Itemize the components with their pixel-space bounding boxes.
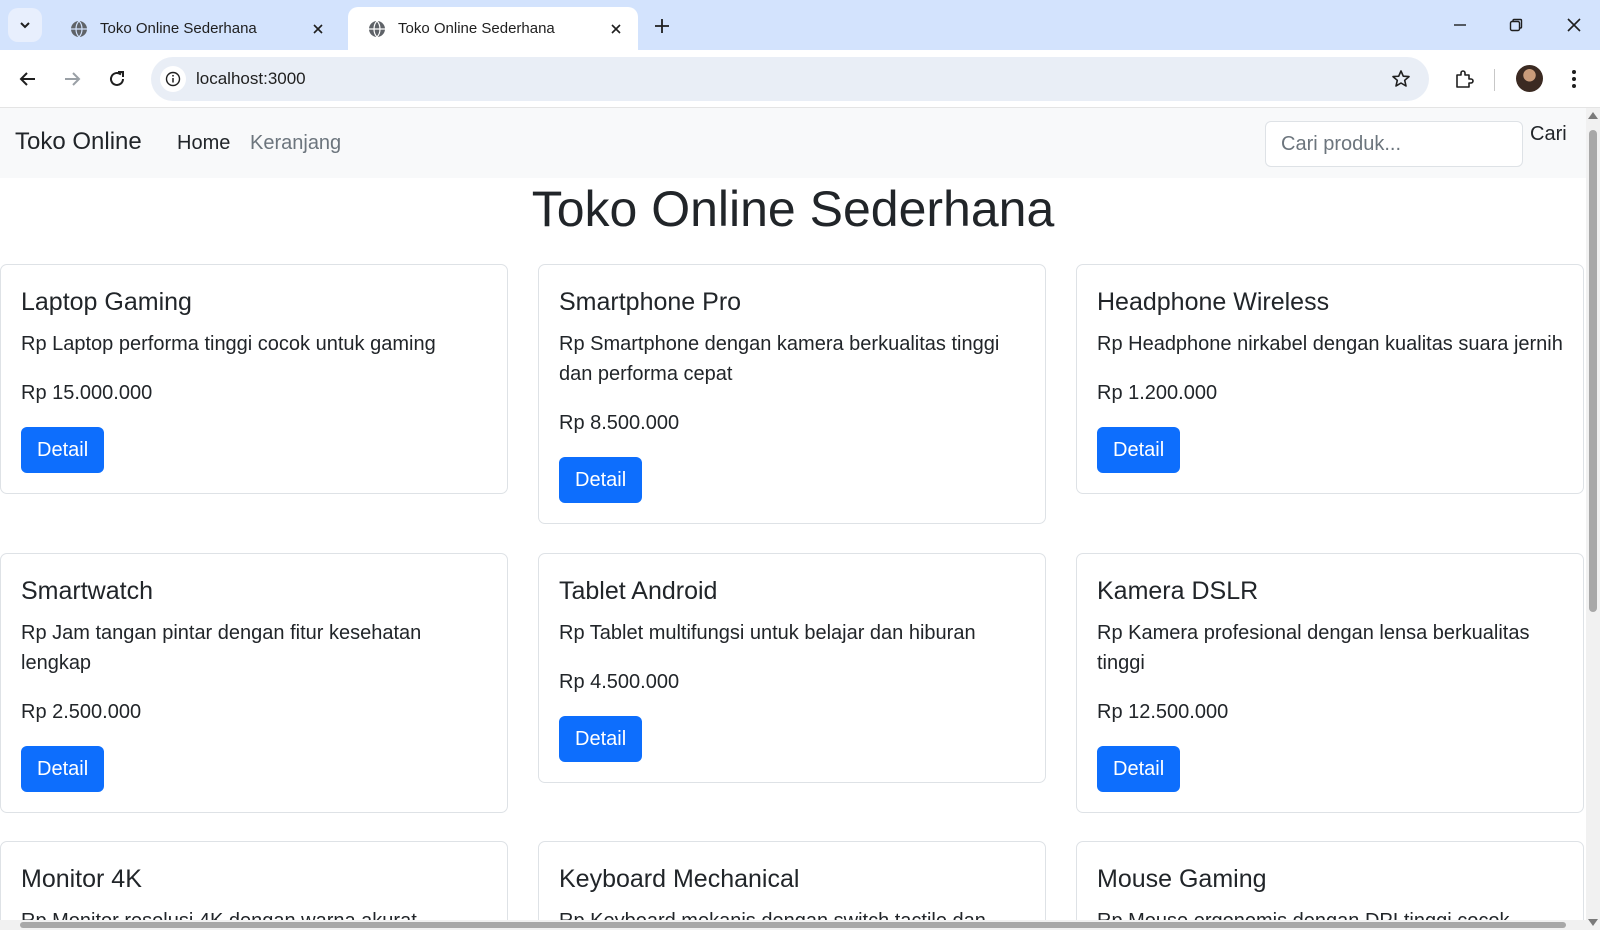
- detail-button[interactable]: Detail: [21, 746, 105, 792]
- browser-tab-2[interactable]: Toko Online Sederhana: [348, 7, 638, 50]
- product-description: Rp Headphone nirkabel dengan kualitas su…: [1097, 333, 1563, 355]
- forward-button[interactable]: [56, 63, 88, 95]
- product-name: Smartwatch: [21, 577, 153, 605]
- product-name: Tablet Android: [559, 577, 718, 605]
- back-button[interactable]: [12, 63, 44, 95]
- search-input[interactable]: [1265, 121, 1523, 167]
- product-price: Rp 15.000.000: [21, 382, 153, 404]
- product-price: Rp 4.500.000: [559, 671, 680, 693]
- product-card: Tablet Android Rp Tablet multifungsi unt…: [538, 553, 1046, 783]
- puzzle-icon: [1456, 70, 1474, 88]
- address-bar[interactable]: localhost:3000: [151, 57, 1429, 101]
- vertical-scrollbar[interactable]: [1586, 108, 1600, 930]
- chevron-down-icon: [20, 22, 30, 29]
- minimize-icon: [1454, 24, 1466, 26]
- product-name: Smartphone Pro: [559, 288, 742, 316]
- product-name: Laptop Gaming: [21, 288, 192, 316]
- product-card: Laptop Gaming Rp Laptop performa tinggi …: [0, 264, 508, 494]
- search-button[interactable]: Cari: [1530, 123, 1567, 146]
- brand-link[interactable]: Toko Online: [15, 128, 142, 156]
- url-text: localhost:3000: [196, 69, 306, 88]
- globe-icon: [71, 20, 87, 37]
- restore-icon: [1509, 18, 1523, 32]
- plus-icon: [655, 19, 669, 33]
- profile-avatar[interactable]: [1516, 65, 1543, 92]
- reload-button[interactable]: [101, 63, 133, 95]
- product-card: Headphone Wireless Rp Headphone nirkabel…: [1076, 264, 1584, 494]
- detail-button[interactable]: Detail: [559, 716, 643, 762]
- product-card: Keyboard Mechanical Rp Keyboard mekanis …: [538, 841, 1046, 930]
- product-card: Kamera DSLR Rp Kamera profesional dengan…: [1076, 553, 1584, 813]
- product-name: Headphone Wireless: [1097, 288, 1330, 316]
- scrollbar-thumb[interactable]: [1589, 130, 1597, 612]
- product-price: Rp 1.200.000: [1097, 382, 1218, 404]
- product-card: Smartwatch Rp Jam tangan pintar dengan f…: [0, 553, 508, 813]
- arrow-right-icon: [65, 72, 81, 86]
- site-navbar: Toko Online Home Keranjang Cari: [0, 108, 1586, 178]
- arrow-left-icon: [19, 72, 35, 86]
- product-card: Monitor 4K Rp Monitor resolusi 4K dengan…: [0, 841, 508, 930]
- product-description: Rp Jam tangan pintar dengan fitur keseha…: [21, 622, 422, 674]
- nav-link-keranjang[interactable]: Keranjang: [250, 132, 341, 155]
- product-description: Rp Laptop performa tinggi cocok untuk ga…: [21, 333, 436, 355]
- product-price: Rp 12.500.000: [1097, 701, 1229, 723]
- reload-icon: [110, 71, 124, 86]
- detail-button[interactable]: Detail: [1097, 746, 1181, 792]
- product-name: Mouse Gaming: [1097, 865, 1267, 893]
- close-icon: [1567, 18, 1581, 32]
- product-name: Kamera DSLR: [1097, 577, 1259, 605]
- product-name: Keyboard Mechanical: [559, 865, 800, 893]
- tab-title: Toko Online Sederhana: [100, 20, 257, 37]
- detail-button[interactable]: Detail: [1097, 427, 1181, 473]
- browser-tab-1[interactable]: Toko Online Sederhana: [50, 7, 340, 50]
- product-card: Smartphone Pro Rp Smartphone dengan kame…: [538, 264, 1046, 524]
- product-price: Rp 2.500.000: [21, 701, 142, 723]
- detail-button[interactable]: Detail: [21, 427, 105, 473]
- site-info-icon[interactable]: [160, 66, 186, 92]
- page-viewport: Toko Online Home Keranjang Cari Toko Onl…: [0, 108, 1586, 930]
- more-vertical-icon: [1572, 70, 1576, 88]
- tab-title: Toko Online Sederhana: [398, 20, 555, 37]
- tab-search-button[interactable]: [8, 8, 42, 42]
- close-tab-icon[interactable]: [308, 19, 328, 39]
- browser-menu-button[interactable]: [1562, 64, 1586, 94]
- nav-link-home[interactable]: Home: [177, 132, 230, 155]
- scrollbar-thumb[interactable]: [20, 922, 1566, 928]
- bookmark-star-icon[interactable]: [1389, 67, 1413, 91]
- product-price: Rp 8.500.000: [559, 412, 680, 434]
- product-description: Rp Smartphone dengan kamera berkualitas …: [559, 333, 1000, 385]
- product-name: Monitor 4K: [21, 865, 142, 893]
- toolbar-divider: [1494, 69, 1495, 91]
- page-title: Toko Online Sederhana: [531, 181, 1055, 237]
- minimize-button[interactable]: [1440, 10, 1480, 40]
- horizontal-scrollbar[interactable]: [0, 920, 1586, 930]
- product-description: Rp Tablet multifungsi untuk belajar dan …: [559, 622, 976, 644]
- scroll-up-icon[interactable]: [1588, 112, 1598, 119]
- browser-tab-bar: Toko Online Sederhana Toko Online Sederh…: [0, 0, 1600, 50]
- detail-button[interactable]: Detail: [559, 457, 643, 503]
- restore-button[interactable]: [1496, 10, 1536, 40]
- close-window-button[interactable]: [1554, 10, 1594, 40]
- globe-icon: [369, 20, 385, 37]
- browser-toolbar: localhost:3000: [0, 50, 1600, 108]
- product-card: Mouse Gaming Rp Mouse ergonomis dengan D…: [1076, 841, 1584, 930]
- scroll-down-icon[interactable]: [1588, 919, 1598, 926]
- close-tab-icon[interactable]: [606, 19, 626, 39]
- product-description: Rp Kamera profesional dengan lensa berku…: [1097, 622, 1530, 674]
- extensions-button[interactable]: [1449, 64, 1479, 94]
- new-tab-button[interactable]: [648, 12, 676, 40]
